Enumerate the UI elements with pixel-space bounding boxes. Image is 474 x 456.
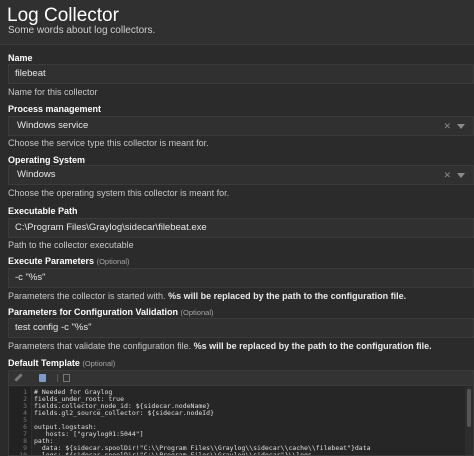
close-icon[interactable]: ✕ — [443, 166, 451, 184]
chevron-down-icon[interactable] — [457, 123, 465, 129]
close-icon[interactable]: ✕ — [443, 117, 451, 135]
save-icon[interactable] — [39, 374, 46, 382]
code-line: 10 logs: ${sidecar.spoolDir!"C:\\Program… — [9, 451, 473, 456]
process-management-help: Choose the service type this collector i… — [8, 138, 209, 148]
optional-tag: (Optional) — [96, 257, 130, 266]
optional-tag: (Optional) — [180, 308, 214, 317]
operating-system-help: Choose the operating system this collect… — [8, 188, 230, 198]
executable-path-input[interactable]: C:\Program Files\Graylog\sidecar\filebea… — [8, 218, 474, 238]
page-subtitle: Some words about log collectors. — [8, 25, 156, 36]
operating-system-value: Windows — [17, 169, 56, 180]
executable-path-help: Path to the collector executable — [8, 240, 134, 250]
execute-parameters-label: Execute Parameters (Optional) — [8, 256, 130, 266]
scrollbar[interactable] — [465, 387, 473, 455]
process-management-label: Process management — [8, 104, 102, 114]
default-template-label: Default Template (Optional) — [8, 358, 116, 368]
chevron-down-icon[interactable] — [457, 172, 465, 178]
code-area[interactable]: 1 # Needed for Graylog 2 fields_under_root:… — [9, 387, 473, 456]
line-number: 10 — [19, 451, 27, 456]
executable-path-label: Executable Path — [8, 206, 78, 216]
name-label: Name — [8, 53, 33, 63]
editor-toolbar — [9, 371, 473, 386]
execute-parameters-input[interactable]: -c "%s" — [8, 268, 474, 288]
operating-system-label: Operating System — [8, 155, 86, 165]
scrollbar-thumb[interactable] — [467, 389, 471, 427]
validation-parameters-label: Parameters for Configuration Validation … — [8, 307, 214, 317]
name-help: Name for this collector — [8, 87, 98, 97]
pencil-icon[interactable] — [14, 373, 23, 382]
validation-parameters-help: Parameters that validate the configurati… — [8, 341, 432, 351]
page-title: Log Collector — [7, 5, 119, 26]
process-management-select[interactable]: Windows service ✕ — [8, 116, 474, 136]
execute-parameters-help: Parameters the collector is started with… — [8, 291, 407, 301]
page-header: Log Collector Some words about log colle… — [0, 0, 474, 45]
code-text: logs: ${sidecar.spoolDir!"C:\\Program Fi… — [34, 451, 312, 456]
toolbar-divider — [57, 374, 58, 382]
validation-parameters-input[interactable]: test config -c "%s" — [8, 318, 474, 338]
name-input[interactable]: filebeat — [8, 64, 474, 84]
process-management-value: Windows service — [17, 120, 89, 131]
document-icon[interactable] — [63, 374, 70, 382]
template-editor[interactable]: 1 # Needed for Graylog 2 fields_under_root:… — [8, 370, 474, 456]
optional-tag: (Optional) — [82, 359, 116, 368]
operating-system-select[interactable]: Windows ✕ — [8, 165, 474, 185]
